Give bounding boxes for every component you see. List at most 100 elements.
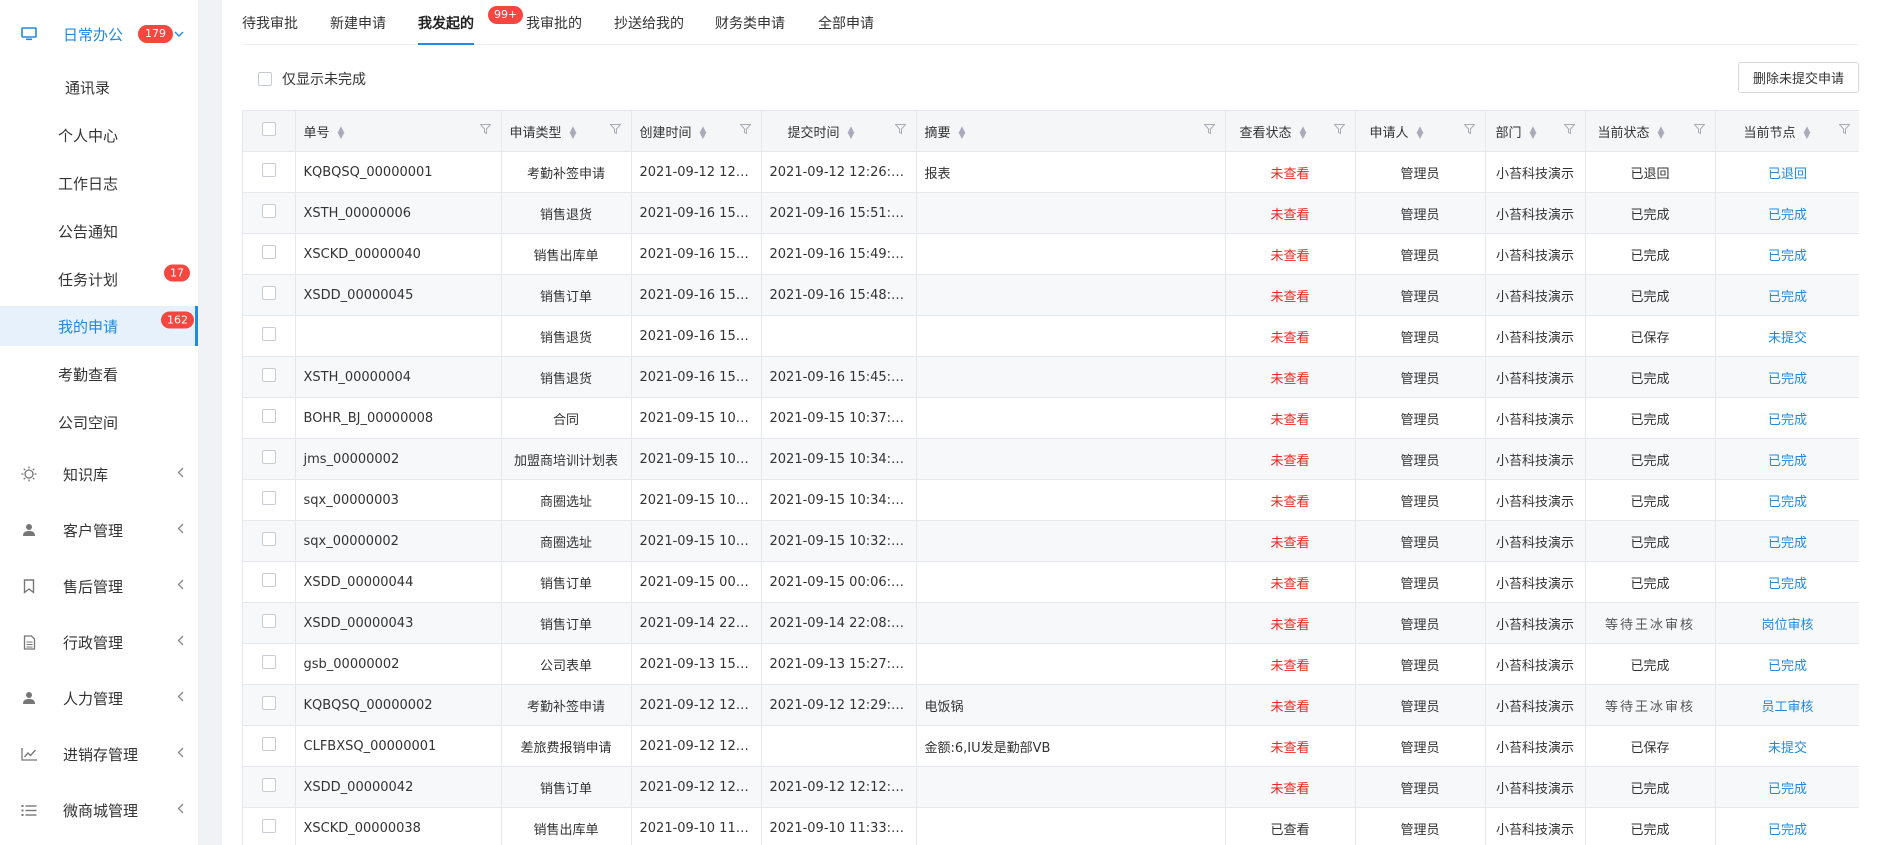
cell-current-node[interactable]: 未提交 bbox=[1715, 315, 1859, 357]
menu-group-after-sales[interactable]: 售后管理 bbox=[0, 563, 198, 609]
table-row[interactable]: CLFBXSQ_00000001 差旅费报销申请 2021-09-12 12:2..… bbox=[243, 725, 1859, 767]
sidebar-item-personal-center[interactable]: 个人中心 bbox=[0, 115, 198, 155]
row-checkbox[interactable] bbox=[261, 573, 276, 587]
tab-pending-approval[interactable]: 待我审批 bbox=[242, 13, 298, 45]
cell-current-node[interactable]: 已完成 bbox=[1715, 274, 1859, 316]
row-checkbox[interactable] bbox=[261, 655, 276, 669]
row-checkbox[interactable] bbox=[261, 327, 276, 341]
sort-icon[interactable]: ▲ ▼ bbox=[1804, 126, 1811, 141]
sidebar-item-work-log[interactable]: 工作日志 bbox=[0, 163, 198, 203]
tab-cc-to-me[interactable]: 抄送给我的 bbox=[614, 13, 684, 45]
row-checkbox[interactable] bbox=[261, 245, 276, 259]
row-checkbox[interactable] bbox=[261, 450, 276, 464]
select-all-checkbox[interactable] bbox=[261, 122, 276, 136]
sort-icon[interactable]: ▲ ▼ bbox=[1300, 126, 1307, 141]
row-checkbox[interactable] bbox=[261, 163, 276, 177]
sort-icon[interactable]: ▲ ▼ bbox=[1530, 126, 1537, 141]
tab-new-application[interactable]: 新建申请 bbox=[330, 13, 386, 45]
table-row[interactable]: XSCKD_00000040 销售出库单 2021-09-16 15:4... 202… bbox=[243, 233, 1859, 275]
filter-icon[interactable] bbox=[738, 124, 752, 139]
table-row[interactable]: XSTH_00000006 销售退货 2021-09-16 15:5... 2021-… bbox=[243, 192, 1859, 234]
table-row[interactable]: XSDD_00000044 销售订单 2021-09-15 00:0... 2021-… bbox=[243, 561, 1859, 603]
row-checkbox[interactable] bbox=[261, 819, 276, 833]
column-header-current-status[interactable]: 当前状态 ▲ ▼ bbox=[1585, 110, 1716, 152]
row-checkbox[interactable] bbox=[261, 368, 276, 382]
column-header-summary[interactable]: 摘要 ▲ ▼ bbox=[916, 110, 1226, 152]
filter-icon[interactable] bbox=[1562, 124, 1576, 139]
cell-current-node[interactable]: 已完成 bbox=[1715, 356, 1859, 398]
only-incomplete-checkbox[interactable] bbox=[258, 72, 272, 86]
sidebar-item-my-applications[interactable]: 我的申请 162 bbox=[0, 306, 198, 346]
filter-icon[interactable] bbox=[1202, 124, 1216, 139]
cell-current-node[interactable]: 已完成 bbox=[1715, 766, 1859, 808]
sort-icon[interactable]: ▲ ▼ bbox=[1417, 126, 1424, 141]
tab-approved-by-me[interactable]: 我审批的 bbox=[526, 13, 582, 45]
column-header-applicant[interactable]: 申请人 ▲ ▼ bbox=[1355, 110, 1486, 152]
cell-current-node[interactable]: 岗位审核 bbox=[1715, 602, 1859, 644]
menu-group-inventory[interactable]: 进销存管理 bbox=[0, 731, 198, 777]
menu-group-knowledge-base[interactable]: 知识库 bbox=[0, 451, 198, 497]
sort-icon[interactable]: ▲ ▼ bbox=[570, 126, 577, 141]
menu-group-administration[interactable]: 行政管理 bbox=[0, 619, 198, 665]
filter-icon[interactable] bbox=[1332, 124, 1346, 139]
sidebar-item-attendance[interactable]: 考勤查看 bbox=[0, 354, 198, 394]
filter-icon[interactable] bbox=[1837, 124, 1851, 139]
column-header-submitted[interactable]: 提交时间 ▲ ▼ bbox=[761, 110, 917, 152]
sort-icon[interactable]: ▲ ▼ bbox=[700, 126, 707, 141]
table-row[interactable]: XSTH_00000004 销售退货 2021-09-16 15:4... 2021-… bbox=[243, 356, 1859, 398]
cell-current-node[interactable]: 已退回 bbox=[1715, 151, 1859, 193]
row-checkbox[interactable] bbox=[261, 696, 276, 710]
sort-icon[interactable]: ▲ ▼ bbox=[959, 126, 966, 141]
table-row[interactable]: sqx_00000002 商圈选址 2021-09-15 10:3... 2021-0… bbox=[243, 520, 1859, 562]
table-row[interactable]: KQBQSQ_00000002 考勤补签申请 2021-09-12 12:2... 2… bbox=[243, 684, 1859, 726]
cell-current-node[interactable]: 已完成 bbox=[1715, 807, 1859, 845]
cell-current-node[interactable]: 未提交 bbox=[1715, 725, 1859, 767]
table-row[interactable]: XSCKD_00000038 销售出库单 2021-09-10 11:3... 202… bbox=[243, 807, 1859, 845]
menu-group-daily-office[interactable]: 日常办公 179 bbox=[0, 11, 198, 57]
row-checkbox[interactable] bbox=[261, 409, 276, 423]
cell-current-node[interactable]: 已完成 bbox=[1715, 520, 1859, 562]
cell-current-node[interactable]: 已完成 bbox=[1715, 192, 1859, 234]
table-row[interactable]: XSDD_00000043 销售订单 2021-09-14 22:0... 2021-… bbox=[243, 602, 1859, 644]
menu-group-customer-management[interactable]: 客户管理 bbox=[0, 507, 198, 553]
cell-current-node[interactable]: 已完成 bbox=[1715, 233, 1859, 275]
delete-unsubmitted-button[interactable]: 删除未提交申请 bbox=[1737, 62, 1859, 93]
filter-icon[interactable] bbox=[608, 124, 622, 139]
sort-icon[interactable]: ▲ ▼ bbox=[848, 126, 855, 141]
table-row[interactable]: XSDD_00000042 销售订单 2021-09-12 12:1... 2021-… bbox=[243, 766, 1859, 808]
sort-icon[interactable]: ▲ ▼ bbox=[338, 126, 345, 141]
filter-icon[interactable] bbox=[1692, 124, 1706, 139]
column-header-department[interactable]: 部门 ▲ ▼ bbox=[1485, 110, 1586, 152]
row-checkbox[interactable] bbox=[261, 204, 276, 218]
row-checkbox[interactable] bbox=[261, 286, 276, 300]
table-row[interactable]: gsb_00000002 公司表单 2021-09-13 15:2... 2021-0… bbox=[243, 643, 1859, 685]
menu-group-micro-mall[interactable]: 微商城管理 bbox=[0, 787, 198, 833]
table-row[interactable]: 销售退货 2021-09-16 15:4... 未查看 管理员 小苔科技演示 已保存 未提交 bbox=[243, 315, 1859, 357]
table-row[interactable]: KQBQSQ_00000001 考勤补签申请 2021-09-12 12:2... 2… bbox=[243, 151, 1859, 193]
row-checkbox[interactable] bbox=[261, 737, 276, 751]
menu-group-human-resources[interactable]: 人力管理 bbox=[0, 675, 198, 721]
row-checkbox[interactable] bbox=[261, 491, 276, 505]
filter-icon[interactable] bbox=[893, 124, 907, 139]
column-header-created[interactable]: 创建时间 ▲ ▼ bbox=[631, 110, 762, 152]
column-header-view-status[interactable]: 查看状态 ▲ ▼ bbox=[1225, 110, 1356, 152]
table-row[interactable]: sqx_00000003 商圈选址 2021-09-15 10:3... 2021-0… bbox=[243, 479, 1859, 521]
column-header-type[interactable]: 申请类型 ▲ ▼ bbox=[501, 110, 632, 152]
cell-current-node[interactable]: 已完成 bbox=[1715, 438, 1859, 480]
cell-current-node[interactable]: 已完成 bbox=[1715, 561, 1859, 603]
table-row[interactable]: jms_00000002 加盟商培训计划表 2021-09-15 10:3... 20… bbox=[243, 438, 1859, 480]
row-checkbox[interactable] bbox=[261, 778, 276, 792]
tab-all-applications[interactable]: 全部申请 bbox=[818, 13, 874, 45]
cell-current-node[interactable]: 员工审核 bbox=[1715, 684, 1859, 726]
sidebar-item-company-space[interactable]: 公司空间 bbox=[0, 402, 198, 442]
cell-current-node[interactable]: 已完成 bbox=[1715, 643, 1859, 685]
row-checkbox[interactable] bbox=[261, 614, 276, 628]
table-row[interactable]: BOHR_BJ_00000008 合同 2021-09-15 10:3... 2021… bbox=[243, 397, 1859, 439]
row-checkbox[interactable] bbox=[261, 532, 276, 546]
column-header-current-node[interactable]: 当前节点 ▲ ▼ bbox=[1715, 110, 1859, 152]
table-row[interactable]: XSDD_00000045 销售订单 2021-09-16 15:4... 2021-… bbox=[243, 274, 1859, 316]
tab-initiated-by-me[interactable]: 我发起的 bbox=[418, 13, 474, 45]
sidebar-item-task-plan[interactable]: 任务计划 17 bbox=[0, 259, 198, 299]
filter-icon[interactable] bbox=[1462, 124, 1476, 139]
sort-icon[interactable]: ▲ ▼ bbox=[1658, 126, 1665, 141]
